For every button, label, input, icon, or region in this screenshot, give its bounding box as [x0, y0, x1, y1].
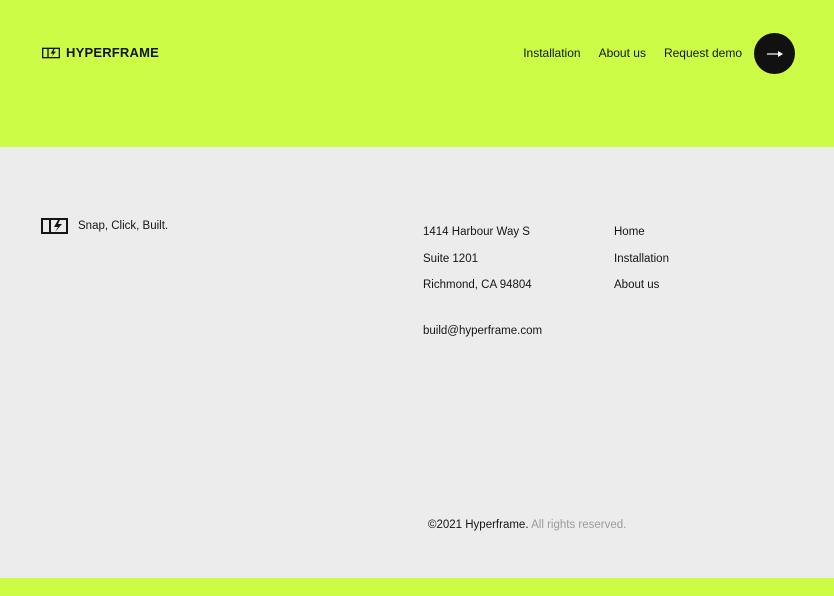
address-line-2: Suite 1201	[423, 252, 478, 265]
bottom-accent-bar	[0, 578, 834, 596]
hero-banner: HYPERFRAME Installation About us Request…	[0, 0, 834, 147]
footer-brand[interactable]: Snap, Click, Built.	[41, 218, 168, 234]
main-nav: Installation About us Request demo	[523, 46, 742, 60]
tagline: Snap, Click, Built.	[78, 220, 169, 232]
address-line-1: 1414 Harbour Way S	[423, 226, 530, 238]
email-link[interactable]: build@hyperframe.com	[423, 325, 542, 337]
footer-links: Home Installation About us	[614, 219, 669, 299]
copyright-main: ©2021 Hyperframe.	[428, 519, 529, 531]
brand[interactable]: HYPERFRAME	[42, 45, 159, 60]
nav-request-demo[interactable]: Request demo	[664, 46, 742, 60]
hyperframe-logo-icon	[41, 218, 68, 234]
address: 1414 Harbour Way S Suite 1201 Richmond, …	[423, 219, 532, 299]
address-line-3: Richmond, CA 94804	[423, 279, 532, 291]
copyright: ©2021 Hyperframe. All rights reserved.	[428, 519, 626, 531]
arrow-right-icon	[766, 50, 783, 57]
cta-button[interactable]	[754, 33, 795, 74]
footer-link-home[interactable]: Home	[614, 219, 669, 246]
footer-link-installation[interactable]: Installation	[614, 246, 669, 273]
nav-about-us[interactable]: About us	[599, 46, 646, 60]
copyright-rights: All rights reserved.	[531, 519, 627, 531]
brand-name: HYPERFRAME	[66, 45, 160, 60]
hyperframe-logo-icon	[42, 47, 60, 58]
nav-installation[interactable]: Installation	[523, 46, 580, 60]
footer-link-about-us[interactable]: About us	[614, 272, 669, 299]
